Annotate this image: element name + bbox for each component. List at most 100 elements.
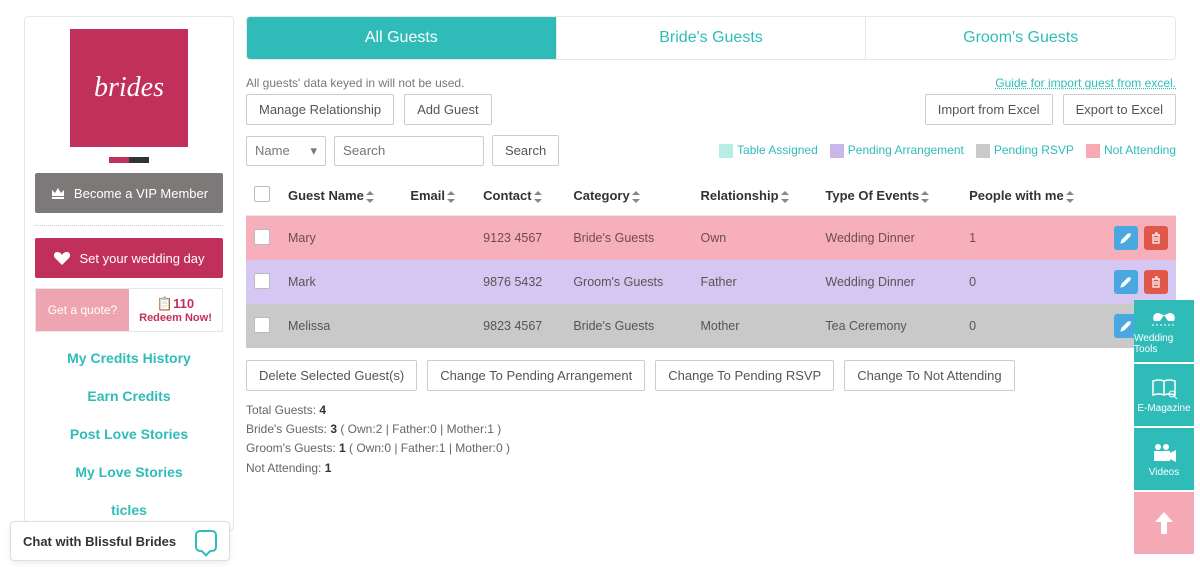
legend-pending-arrangement: Pending Arrangement [830,143,964,158]
pencil-icon [1120,276,1132,288]
chevron-down-icon: ▾ [310,143,317,159]
sidebar-link-articles[interactable]: ticles [111,502,147,518]
cell-people: 0 [961,260,1106,304]
vip-label: Become a VIP Member [74,186,208,201]
search-input[interactable] [334,136,484,166]
legend-table-assigned: Table Assigned [719,143,818,158]
vip-button[interactable]: Become a VIP Member [35,173,223,213]
manage-relationship-button[interactable]: Manage Relationship [246,94,394,125]
quote-left: Get a quote? [36,289,129,331]
trash-icon [1150,232,1162,244]
cell-name: Melissa [280,304,402,348]
import-excel-button[interactable]: Import from Excel [925,94,1053,125]
sidebar-link-earn-credits[interactable]: Earn Credits [87,388,170,404]
cell-people: 1 [961,216,1106,261]
chat-label: Chat with Blissful Brides [23,534,176,549]
pencil-icon [1120,320,1132,332]
cell-email [402,216,475,261]
cell-name: Mark [280,260,402,304]
cell-relation: Mother [693,304,818,348]
pencil-icon [1120,232,1132,244]
legend: Table Assigned Pending Arrangement Pendi… [719,143,1176,158]
trash-icon [1150,276,1162,288]
set-day-label: Set your wedding day [79,251,204,266]
legend-pending-rsvp: Pending RSVP [976,143,1074,158]
sort-icon [366,191,374,203]
col-relationship[interactable]: Relationship [693,176,818,216]
sort-icon [534,191,542,203]
dock-emagazine[interactable]: E-Magazine [1134,364,1194,426]
cell-event: Tea Ceremony [817,304,961,348]
filter-field-select[interactable]: Name ▾ [246,136,326,166]
quote-box[interactable]: Get a quote? 📋110 Redeem Now! [35,288,223,332]
cell-email [402,304,475,348]
col-guest-name[interactable]: Guest Name [280,176,402,216]
cell-event: Wedding Dinner [817,216,961,261]
tabs: All Guests Bride's Guests Groom's Guests [246,16,1176,60]
main: All Guests Bride's Guests Groom's Guests… [246,16,1176,531]
change-pending-arrangement-button[interactable]: Change To Pending Arrangement [427,360,645,391]
filter-field-value: Name [255,143,290,158]
data-note: All guests' data keyed in will not be us… [246,76,925,90]
cell-category: Groom's Guests [565,260,692,304]
sidebar-link-credits-history[interactable]: My Credits History [67,350,191,366]
dock-videos[interactable]: Videos [1134,428,1194,490]
dock-scroll-top[interactable] [1134,492,1194,554]
sidebar-link-post-love-stories[interactable]: Post Love Stories [70,426,188,442]
logo[interactable]: brides [70,29,188,147]
col-type-of-events[interactable]: Type Of Events [817,176,961,216]
table-row: Mark9876 5432Groom's GuestsFatherWedding… [246,260,1176,304]
row-checkbox[interactable] [254,317,270,333]
cell-event: Wedding Dinner [817,260,961,304]
dock-wedding-tools[interactable]: Wedding Tools [1134,300,1194,362]
table-row: Mary9123 4567Bride's GuestsOwnWedding Di… [246,216,1176,261]
set-wedding-day-button[interactable]: Set your wedding day [35,238,223,278]
select-all-checkbox[interactable] [254,186,270,202]
crown-icon [50,186,66,200]
col-people-with-me[interactable]: People with me [961,176,1106,216]
heart-icon [53,250,71,266]
chat-icon [195,530,217,552]
edit-button[interactable] [1114,226,1138,250]
logo-text: brides [94,72,164,104]
table-row: Melissa9823 4567Bride's GuestsMotherTea … [246,304,1176,348]
cell-contact: 9123 4567 [475,216,565,261]
row-checkbox[interactable] [254,229,270,245]
sidebar: brides Become a VIP Member Set your wedd… [24,16,234,531]
delete-button[interactable] [1144,270,1168,294]
bulk-actions: Delete Selected Guest(s) Change To Pendi… [246,360,1176,391]
tab-grooms-guests[interactable]: Groom's Guests [865,17,1175,59]
cell-people: 0 [961,304,1106,348]
export-excel-button[interactable]: Export to Excel [1063,94,1176,125]
import-guide-link[interactable]: Guide for import guest from excel. [995,76,1176,90]
chat-widget[interactable]: Chat with Blissful Brides [10,521,230,561]
col-category[interactable]: Category [565,176,692,216]
row-checkbox[interactable] [254,273,270,289]
color-strip [109,157,149,163]
add-guest-button[interactable]: Add Guest [404,94,491,125]
redeem-label: Redeem Now! [139,312,212,324]
quote-right: 📋110 Redeem Now! [129,289,222,331]
cell-category: Bride's Guests [565,216,692,261]
delete-selected-button[interactable]: Delete Selected Guest(s) [246,360,417,391]
change-pending-rsvp-button[interactable]: Change To Pending RSVP [655,360,834,391]
tab-all-guests[interactable]: All Guests [247,17,556,59]
arrow-up-icon [1153,510,1175,536]
col-email[interactable]: Email [402,176,475,216]
camera-icon [1150,441,1178,463]
change-not-attending-button[interactable]: Change To Not Attending [844,360,1014,391]
edit-button[interactable] [1114,270,1138,294]
cell-category: Bride's Guests [565,304,692,348]
cell-relation: Father [693,260,818,304]
delete-button[interactable] [1144,226,1168,250]
guest-table: Guest Name Email Contact Category Relati… [246,176,1176,348]
search-button[interactable]: Search [492,135,559,166]
summary: Total Guests: 4 Bride's Guests: 3 ( Own:… [246,401,1176,478]
col-contact[interactable]: Contact [475,176,565,216]
tab-brides-guests[interactable]: Bride's Guests [556,17,866,59]
book-icon [1150,377,1178,399]
divider [35,225,223,226]
legend-not-attending: Not Attending [1086,143,1176,158]
cell-email [402,260,475,304]
sidebar-link-my-love-stories[interactable]: My Love Stories [75,464,182,480]
